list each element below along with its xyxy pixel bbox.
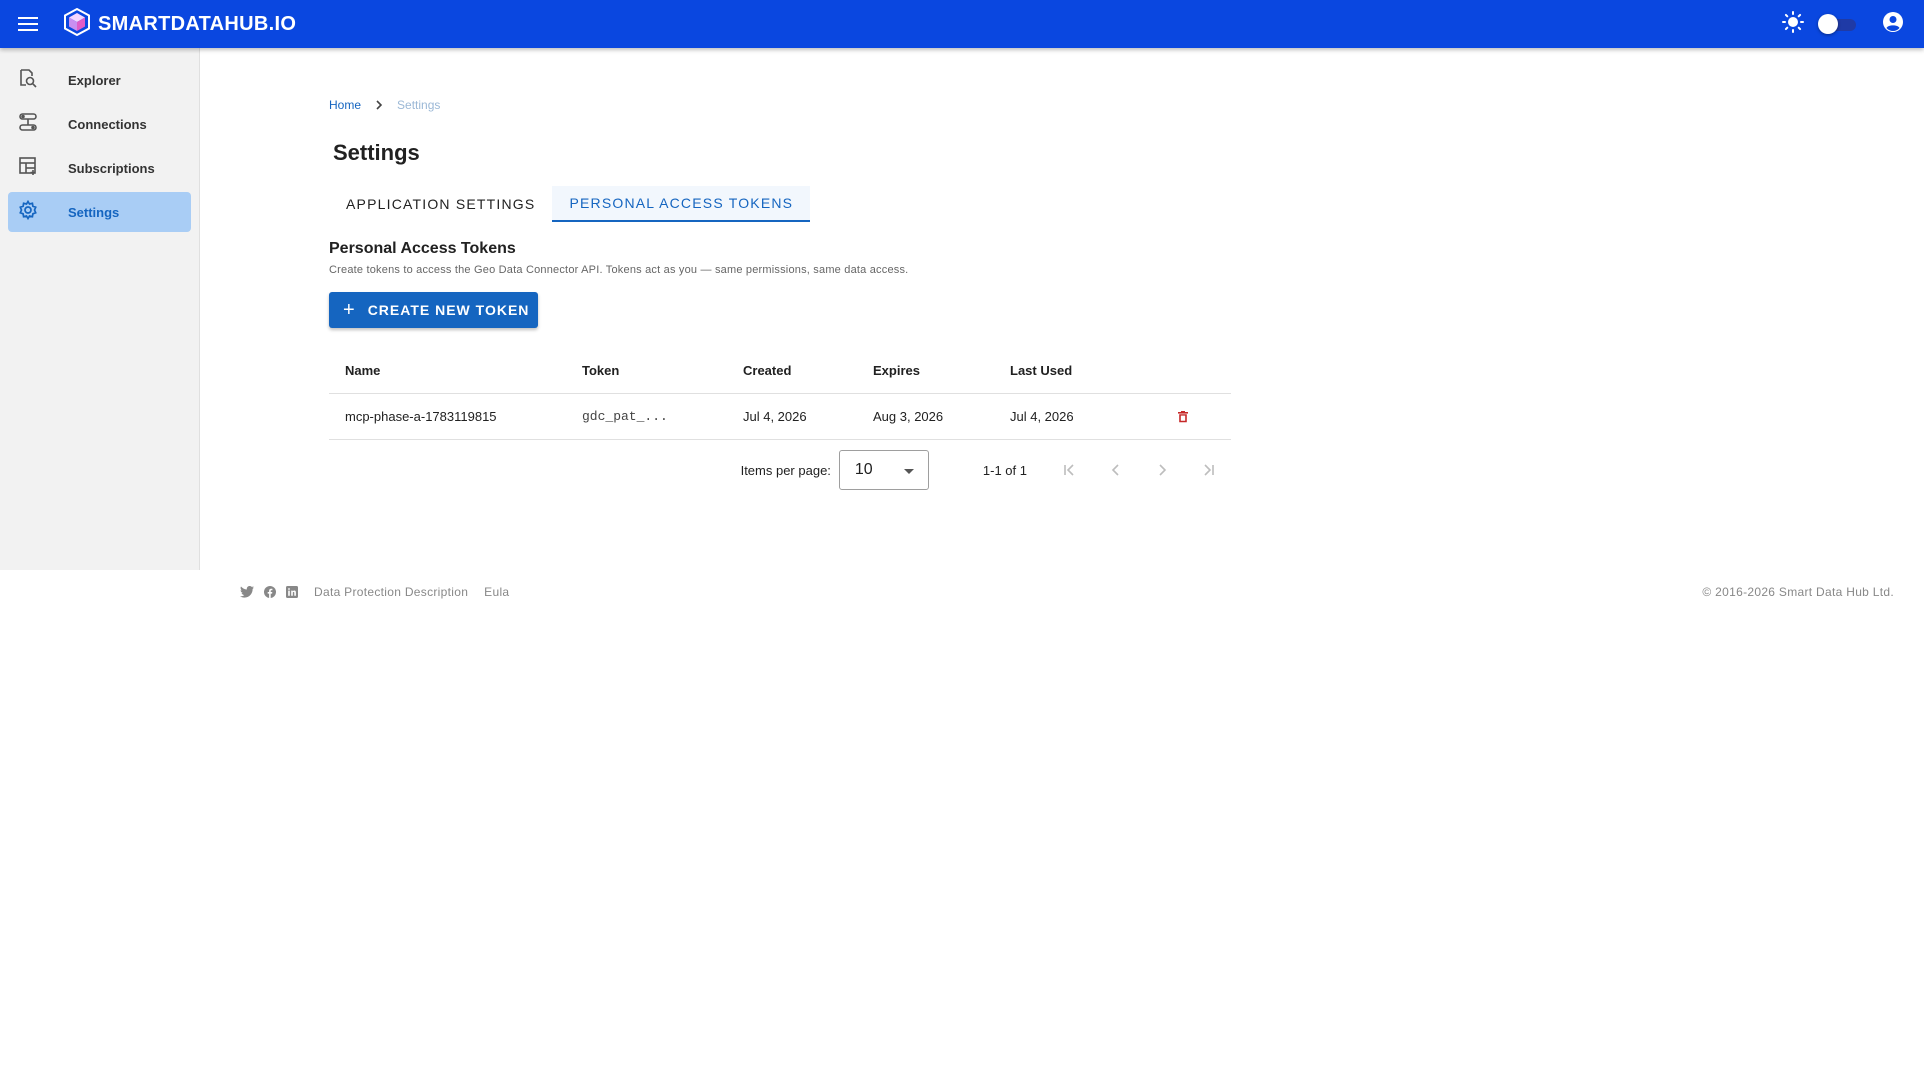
token-last-used-cell: Jul 4, 2026 xyxy=(1010,409,1074,424)
sidebar-item-label: Settings xyxy=(68,204,120,220)
main-content: Home Settings Settings APPLICATION SETTI… xyxy=(200,48,1924,570)
first-page-icon[interactable] xyxy=(1047,450,1093,490)
column-header-expires[interactable]: Expires xyxy=(873,363,1010,378)
brand-name: SMARTDATAHUB.IO xyxy=(98,12,297,35)
column-header-token[interactable]: Token xyxy=(582,363,743,378)
breadcrumb-home[interactable]: Home xyxy=(329,98,361,112)
page-title: Settings xyxy=(333,140,420,165)
copyright: © 2016-2026 Smart Data Hub Ltd. xyxy=(1702,585,1894,599)
linkedin-icon[interactable] xyxy=(286,586,298,598)
menu-icon[interactable] xyxy=(0,0,56,48)
breadcrumb: Home Settings xyxy=(329,96,1231,114)
twitter-icon[interactable] xyxy=(240,586,254,598)
sidebar-item-label: Explorer xyxy=(68,72,121,88)
token-created-cell: Jul 4, 2026 xyxy=(743,409,807,424)
tab-application-settings[interactable]: APPLICATION SETTINGS xyxy=(329,186,552,222)
facebook-icon[interactable] xyxy=(264,586,276,598)
items-per-page-select[interactable]: 10 xyxy=(838,450,929,490)
table-row: mcp-phase-a-1783119815 gdc_pat_... Jul 4… xyxy=(329,394,1231,440)
sidebar: Explorer Connections Subscriptions Setti… xyxy=(0,48,200,570)
sidebar-item-label: Subscriptions xyxy=(68,160,155,176)
tab-personal-access-tokens[interactable]: PERSONAL ACCESS TOKENS xyxy=(552,186,811,222)
column-header-name[interactable]: Name xyxy=(329,363,582,378)
plus-icon: + xyxy=(343,299,356,321)
table-header-row: Name Token Created Expires Last Used xyxy=(329,348,1231,394)
sun-icon[interactable] xyxy=(1782,10,1804,38)
sidebar-item-settings[interactable]: Settings xyxy=(8,192,191,232)
social-links xyxy=(240,586,298,598)
account-icon[interactable] xyxy=(1882,11,1904,38)
toggle-knob xyxy=(1818,14,1838,34)
previous-page-icon[interactable] xyxy=(1093,450,1139,490)
page-range: 1-1 of 1 xyxy=(982,462,1027,478)
delete-icon[interactable] xyxy=(1173,407,1193,427)
gear-icon xyxy=(18,199,38,225)
connections-icon xyxy=(18,112,38,137)
footer-link-eula[interactable]: Eula xyxy=(484,585,509,599)
paginator: Items per page: 10 1-1 of 1 xyxy=(329,440,1231,500)
sidebar-item-explorer[interactable]: Explorer xyxy=(8,60,191,100)
sidebar-item-connections[interactable]: Connections xyxy=(8,104,191,144)
items-per-page-value: 10 xyxy=(854,461,873,478)
breadcrumb-current: Settings xyxy=(397,98,441,112)
create-new-token-button[interactable]: + CREATE NEW TOKEN xyxy=(329,292,538,328)
row-actions-cell xyxy=(1173,407,1231,427)
chevron-right-icon xyxy=(375,100,383,110)
column-header-created[interactable]: Created xyxy=(743,363,873,378)
section-title: Personal Access Tokens xyxy=(329,240,516,257)
theme-toggle[interactable] xyxy=(1818,14,1858,34)
sidebar-item-label: Connections xyxy=(68,116,147,132)
token-value-cell: gdc_pat_... xyxy=(582,409,668,424)
brand-logo[interactable]: SMARTDATAHUB.IO xyxy=(64,7,297,41)
tab-bar: APPLICATION SETTINGS PERSONAL ACCESS TOK… xyxy=(329,186,1231,222)
tokens-table: Name Token Created Expires Last Used mcp… xyxy=(329,348,1231,440)
footer-link-data-protection[interactable]: Data Protection Description xyxy=(314,585,468,599)
explorer-search-icon xyxy=(18,68,38,93)
last-page-icon[interactable] xyxy=(1185,450,1231,490)
column-header-last-used[interactable]: Last Used xyxy=(1010,363,1173,378)
token-expires-cell: Aug 3, 2026 xyxy=(873,409,944,424)
app-bar: SMARTDATAHUB.IO xyxy=(0,0,1924,48)
token-name-cell: mcp-phase-a-1783119815 xyxy=(345,409,497,424)
items-per-page-label: Items per page: xyxy=(740,462,831,478)
dropdown-arrow-icon xyxy=(903,461,914,479)
section-description: Create tokens to access the Geo Data Con… xyxy=(329,264,909,276)
create-new-token-label: CREATE NEW TOKEN xyxy=(367,302,530,318)
next-page-icon[interactable] xyxy=(1139,450,1185,490)
sidebar-item-subscriptions[interactable]: Subscriptions xyxy=(8,148,191,188)
cube-logo-icon xyxy=(64,7,90,41)
subscriptions-icon xyxy=(18,156,38,181)
footer: Data Protection Description Eula © 2016-… xyxy=(240,580,1894,604)
